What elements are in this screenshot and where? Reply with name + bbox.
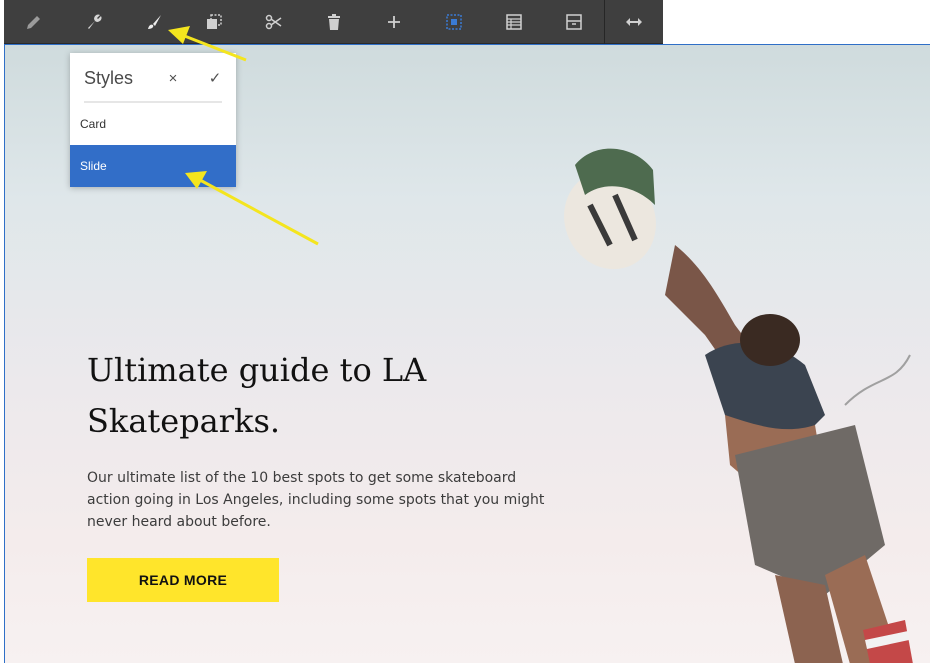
cut-button[interactable] xyxy=(244,0,304,44)
delete-icon xyxy=(328,13,340,30)
hero-description: Our ultimate list of the 10 best spots t… xyxy=(87,470,545,530)
group-icon xyxy=(566,13,582,30)
group-button[interactable] xyxy=(544,0,604,44)
skater-photo xyxy=(564,148,913,663)
resize-button[interactable] xyxy=(605,0,663,44)
layout-button[interactable] xyxy=(484,0,544,44)
styles-button[interactable] xyxy=(124,0,184,44)
styles-popover: Styles × ✓ Card Slide xyxy=(70,53,236,187)
style-option-card[interactable]: Card xyxy=(70,103,236,145)
configure-button[interactable] xyxy=(64,0,124,44)
styles-brush-icon xyxy=(148,14,161,29)
hero-headline: Ultimate guide to LA Skateparks. xyxy=(87,351,427,440)
component-toolbar xyxy=(4,0,663,44)
confirm-icon[interactable]: ✓ xyxy=(194,53,236,103)
edit-icon xyxy=(27,15,40,29)
close-icon[interactable]: × xyxy=(152,53,194,103)
resize-icon xyxy=(626,17,642,26)
style-option-slide[interactable]: Slide xyxy=(70,145,236,187)
cut-icon xyxy=(265,14,282,29)
styles-popover-divider xyxy=(84,101,222,103)
edit-button[interactable] xyxy=(4,0,64,44)
select-parent-button[interactable] xyxy=(424,0,484,44)
styles-popover-title: Styles xyxy=(84,67,134,88)
grid-layout-icon xyxy=(506,13,522,30)
styles-popover-header: Styles × ✓ xyxy=(70,53,236,103)
copy-icon xyxy=(207,13,222,29)
insert-icon xyxy=(388,15,400,28)
copy-button[interactable] xyxy=(184,0,244,44)
insert-button[interactable] xyxy=(364,0,424,44)
read-more-button[interactable]: READ MORE xyxy=(87,558,279,602)
select-parent-icon xyxy=(446,13,462,30)
delete-button[interactable] xyxy=(304,0,364,44)
configure-icon xyxy=(88,14,102,29)
